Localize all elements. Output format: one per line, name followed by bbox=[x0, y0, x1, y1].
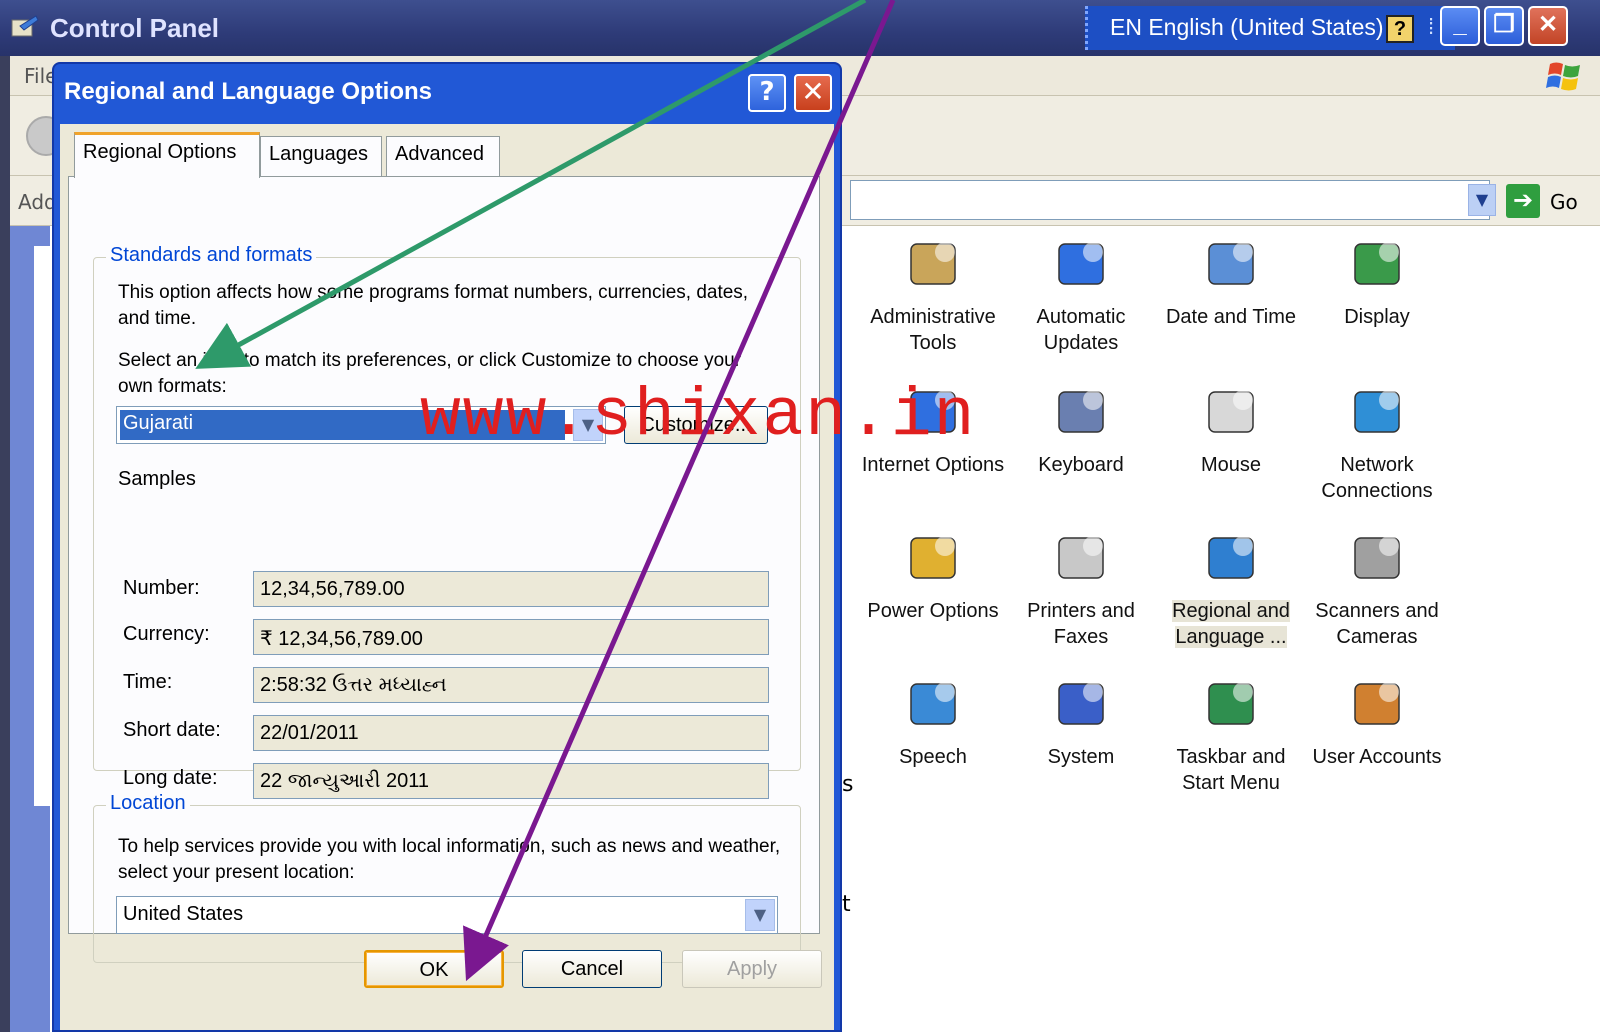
green-arrow bbox=[195, 0, 867, 369]
annotation-arrows bbox=[195, 0, 896, 982]
purple-arrow bbox=[463, 0, 896, 982]
